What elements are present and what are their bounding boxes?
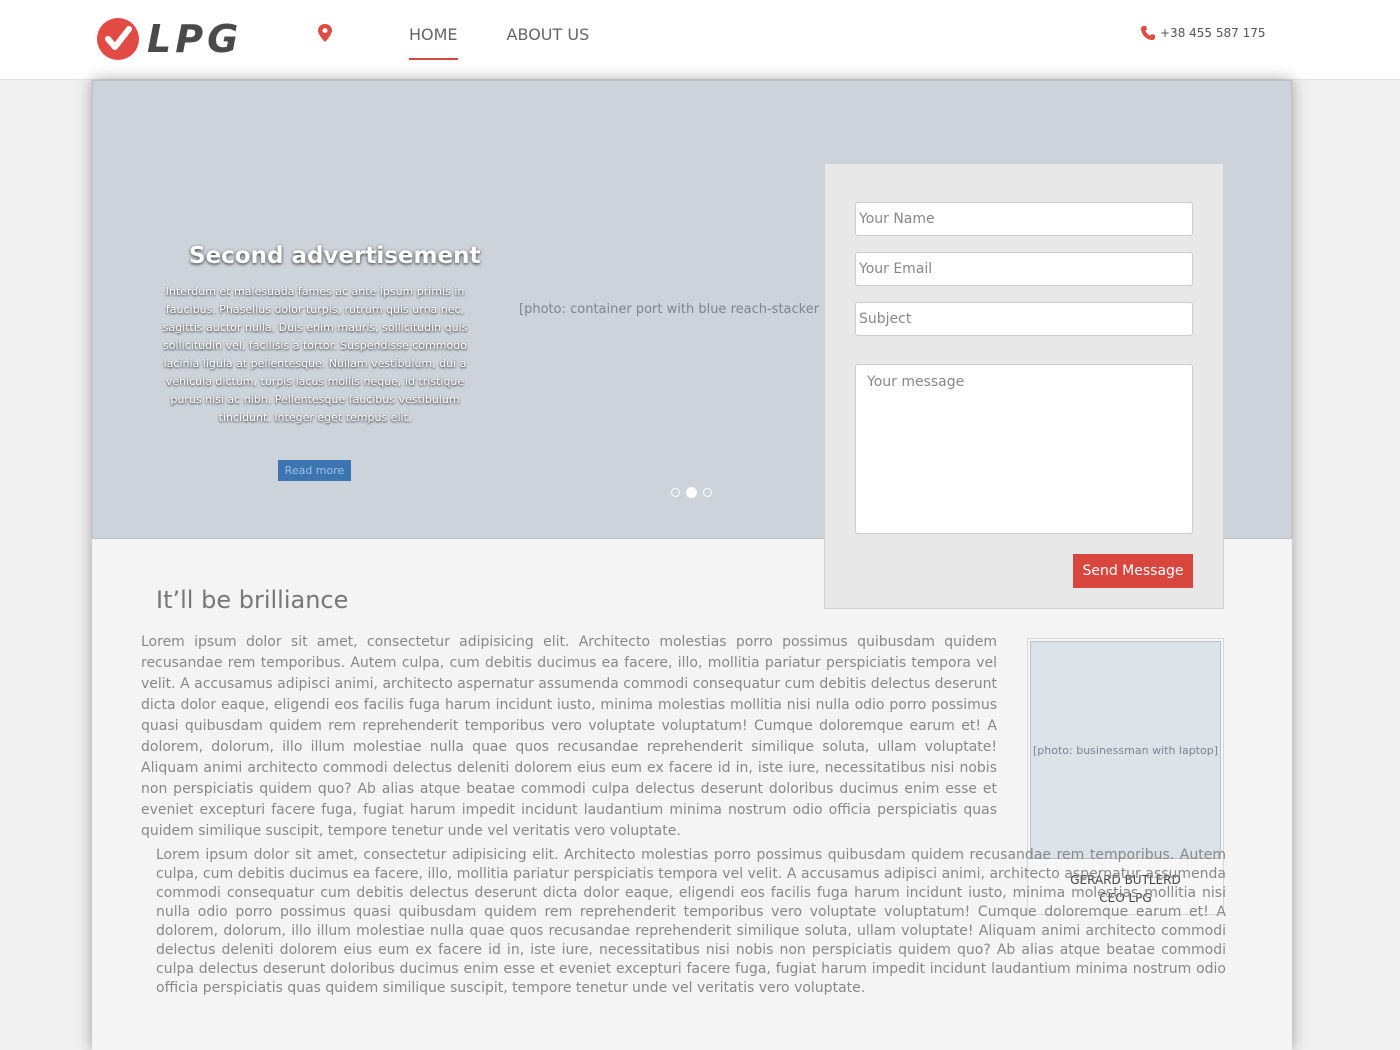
slider-dots [671,487,718,498]
logo-text: LPG [147,17,243,61]
ceo-photo-placeholder: [photo: businessman with laptop] [1032,743,1219,757]
logo[interactable]: LPG [97,17,242,61]
send-message-button[interactable]: Send Message [1073,554,1193,588]
email-field[interactable]: Your Email [855,252,1193,286]
article-paragraph-2: Lorem ipsum dolor sit amet, consectetur … [156,847,1226,996]
name-field[interactable]: Your Name [855,202,1193,236]
article-heading: It’ll be brilliance [156,586,349,614]
slider-dot-1[interactable] [671,488,680,497]
site-header: LPG HOME ABOUT US +38 455 587 175 [0,0,1400,80]
contact-form: Your Name Your Email Subject Your messag… [824,163,1224,609]
slide-caption: Second advertisement Interdum et malesua… [161,243,481,427]
main-nav: HOME ABOUT US [409,24,638,60]
phone-number: +38 455 587 175 [1160,26,1266,40]
phone-contact[interactable]: +38 455 587 175 [1140,25,1265,41]
slider-dot-3[interactable] [703,488,712,497]
slider-dot-2[interactable] [686,487,697,498]
read-more-button[interactable]: Read more [278,460,351,481]
hero-image-placeholder: [photo: container port with blue reach-s… [519,302,865,317]
ceo-photo: [photo: businessman with laptop] [1030,641,1221,859]
checkmark-icon [97,18,139,60]
nav-home[interactable]: HOME [409,24,458,60]
page-container: [photo: container port with blue reach-s… [92,80,1292,1050]
message-field[interactable]: Your message [855,364,1193,534]
slide-title: Second advertisement [189,243,481,269]
nav-about-us[interactable]: ABOUT US [507,24,590,60]
article-paragraph-1: Lorem ipsum dolor sit amet, consectetur … [141,634,997,839]
slide-text: Interdum et malesuada fames ac ante ipsu… [162,285,468,424]
location-pin-icon[interactable] [318,24,332,46]
subject-field[interactable]: Subject [855,302,1193,336]
phone-icon [1141,26,1155,40]
